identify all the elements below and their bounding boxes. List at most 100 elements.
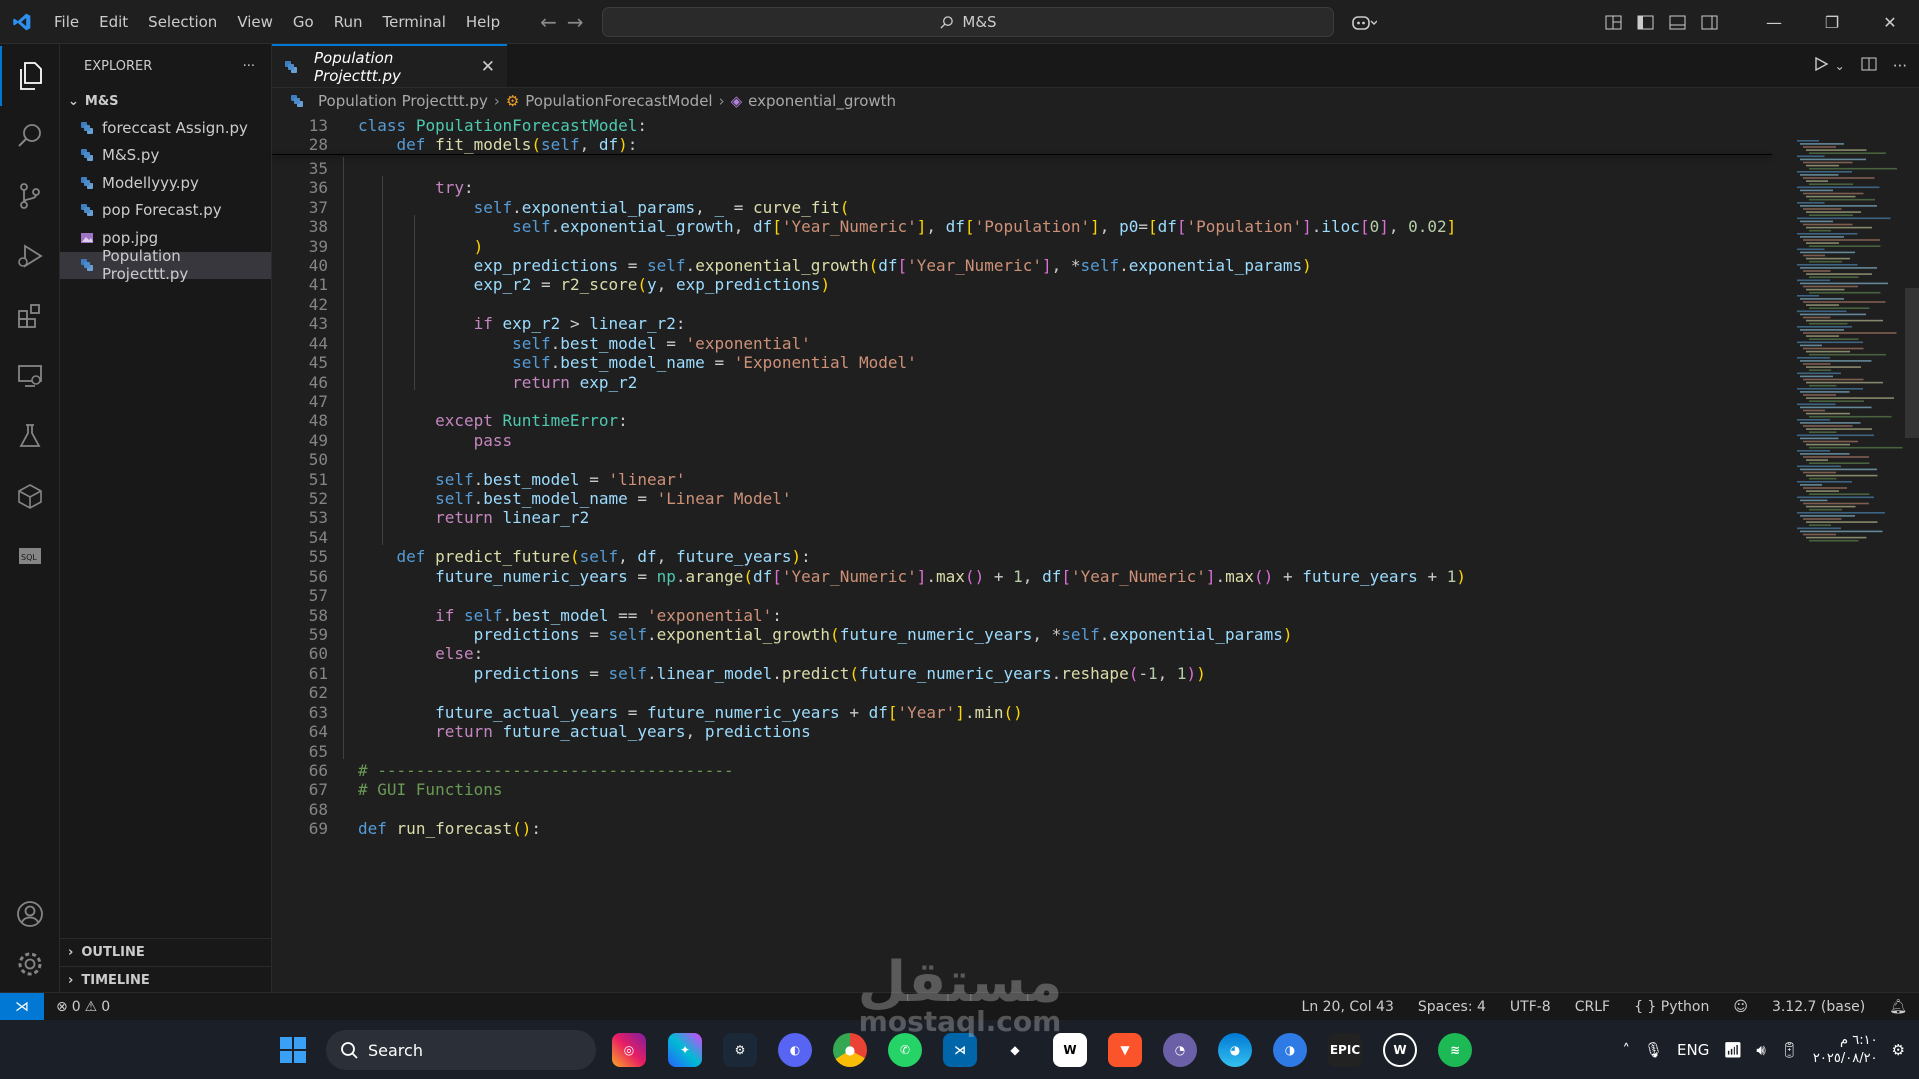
whatsapp-icon[interactable]: ✆ [888, 1033, 922, 1067]
extensions-icon[interactable] [0, 286, 60, 346]
minimap-line [1803, 301, 1886, 303]
code-line[interactable]: 69 def run_forecast(): [272, 817, 1772, 841]
code-editor[interactable]: 13 class PopulationForecastModel: 28 def f… [272, 114, 1772, 992]
menu-file[interactable]: File [44, 0, 89, 44]
brave-icon[interactable]: ▼ [1108, 1033, 1142, 1067]
instagram-icon[interactable]: ◎ [612, 1033, 646, 1067]
epic-games-icon[interactable]: EPIC [1328, 1033, 1362, 1067]
spotify-icon[interactable]: ≋ [1438, 1033, 1472, 1067]
cursor-position[interactable]: Ln 20, Col 43 [1290, 999, 1406, 1015]
toggle-sidebar-icon[interactable] [1629, 0, 1661, 44]
language-mode[interactable]: { } Python [1622, 999, 1721, 1015]
sql-icon[interactable]: SQL [0, 526, 60, 586]
close-window-button[interactable]: ✕ [1861, 0, 1919, 44]
timeline-section[interactable]: › TIMELINE [60, 966, 272, 994]
unity-icon[interactable]: ◆ [998, 1033, 1032, 1067]
battery-icon[interactable]: 🔋︎ [1780, 1041, 1799, 1059]
toggle-panel-icon[interactable] [1661, 0, 1693, 44]
manage-gear-icon[interactable] [0, 934, 60, 994]
file-item[interactable]: pop Forecast.py [60, 197, 271, 225]
minimap-line [1806, 443, 1850, 446]
forward-arrow-icon[interactable]: → [567, 10, 584, 34]
run-file-icon[interactable] [1813, 56, 1829, 76]
copilot-icon[interactable] [1348, 0, 1380, 44]
menu-go[interactable]: Go [283, 0, 324, 44]
minimap[interactable] [1793, 140, 1903, 560]
minimap-line [1803, 285, 1858, 288]
menu-terminal[interactable]: Terminal [373, 0, 456, 44]
encoding[interactable]: UTF-8 [1498, 999, 1563, 1015]
menu-run[interactable]: Run [324, 0, 373, 44]
customize-layout-icon[interactable] [1597, 0, 1629, 44]
file-item[interactable]: M&S.py [60, 142, 271, 170]
sticky-scroll-divider [272, 153, 1772, 155]
chrome-icon[interactable]: ● [833, 1033, 867, 1067]
menu-view[interactable]: View [227, 0, 283, 44]
clock[interactable]: ٦:١٠ م ٢٠٢٥/٠٨/٢٠ [1813, 1032, 1878, 1068]
notion-icon[interactable]: W [1053, 1033, 1087, 1067]
remote-explorer-icon[interactable] [0, 346, 60, 406]
indentation[interactable]: Spaces: 4 [1406, 999, 1498, 1015]
toggle-secondary-sidebar-icon[interactable] [1693, 0, 1725, 44]
outline-section[interactable]: › OUTLINE [60, 938, 272, 966]
explorer-icon[interactable] [0, 46, 60, 106]
wordpress-icon[interactable]: W [1383, 1033, 1417, 1067]
tab-bar: Population Projecttt.py ✕ ⌄ ··· [272, 44, 1919, 88]
notifications-bell-icon[interactable]: 🔔︎ [1877, 999, 1919, 1015]
discord-icon[interactable]: ◐ [778, 1033, 812, 1067]
minimap-line [1800, 329, 1844, 331]
restore-button[interactable]: ❐ [1803, 0, 1861, 44]
source-control-icon[interactable] [0, 166, 60, 226]
notifications-icon[interactable]: ⚙ [1892, 1041, 1905, 1059]
copilot-status-icon[interactable]: ☺ [1721, 999, 1760, 1015]
edge-icon[interactable]: ◕ [1218, 1033, 1252, 1067]
minimap-line [1806, 273, 1872, 275]
menu-help[interactable]: Help [456, 0, 510, 44]
containers-icon[interactable] [0, 466, 60, 526]
minimap-line [1803, 425, 1853, 427]
problems-status[interactable]: ⊗ 0 ⚠ 0 [44, 999, 122, 1015]
file-item[interactable]: Modellyyy.py [60, 169, 271, 197]
file-item-selected[interactable]: Population Projecttt.py [60, 247, 271, 283]
wifi-icon[interactable]: 📶︎ [1723, 1041, 1742, 1059]
copilot-app-icon[interactable]: ✦ [668, 1033, 702, 1067]
menu-edit[interactable]: Edit [89, 0, 138, 44]
vscode-taskbar-icon[interactable]: ⋊ [943, 1033, 977, 1067]
minimap-line [1809, 431, 1837, 433]
remote-indicator-icon[interactable]: ⋊ [0, 992, 44, 1021]
volume-icon[interactable]: 🔊︎ [1756, 1041, 1765, 1059]
command-center-search[interactable]: M&S [602, 7, 1334, 37]
chevron-up-icon[interactable]: ˄ [1623, 1041, 1631, 1059]
minimap-line [1800, 282, 1888, 285]
minimap-line [1803, 502, 1869, 505]
minimap-line [1809, 291, 1881, 294]
more-actions-icon[interactable]: ··· [243, 59, 255, 74]
more-actions-icon[interactable]: ··· [1893, 57, 1907, 75]
minimize-button[interactable]: — [1745, 0, 1803, 44]
testing-icon[interactable] [0, 406, 60, 466]
split-editor-icon[interactable] [1861, 56, 1877, 76]
line-endings[interactable]: CRLF [1563, 999, 1622, 1015]
run-debug-icon[interactable] [0, 226, 60, 286]
close-tab-icon[interactable]: ✕ [481, 57, 495, 77]
steam-icon[interactable]: ⚙ [723, 1033, 757, 1067]
file-item[interactable]: foreccast Assign.py [60, 114, 271, 142]
language-indicator[interactable]: ENG [1677, 1041, 1709, 1059]
python-interpreter[interactable]: 3.12.7 (base) [1760, 999, 1877, 1015]
windows-start-icon[interactable] [276, 1033, 310, 1067]
taskbar-search[interactable]: Search [326, 1030, 596, 1070]
search-icon[interactable] [0, 106, 60, 166]
browser-icon[interactable]: ◔ [1163, 1033, 1197, 1067]
breadcrumb-class[interactable]: PopulationForecastModel [525, 92, 712, 110]
microphone-icon[interactable]: 🎙︎ [1644, 1041, 1663, 1059]
minimap-line [1803, 518, 1842, 520]
proton-icon[interactable]: ◑ [1273, 1033, 1307, 1067]
breadcrumb-file[interactable]: Population Projecttt.py [318, 92, 488, 110]
folder-root[interactable]: ⌄ M&S [60, 88, 271, 114]
menu-selection[interactable]: Selection [138, 0, 227, 44]
vertical-scrollbar[interactable] [1905, 288, 1919, 438]
back-arrow-icon[interactable]: ← [540, 10, 557, 34]
tab-population-projecttt[interactable]: Population Projecttt.py ✕ [272, 44, 507, 87]
breadcrumb-method[interactable]: exponential_growth [748, 92, 896, 110]
chevron-down-icon[interactable]: ⌄ [1835, 59, 1845, 73]
